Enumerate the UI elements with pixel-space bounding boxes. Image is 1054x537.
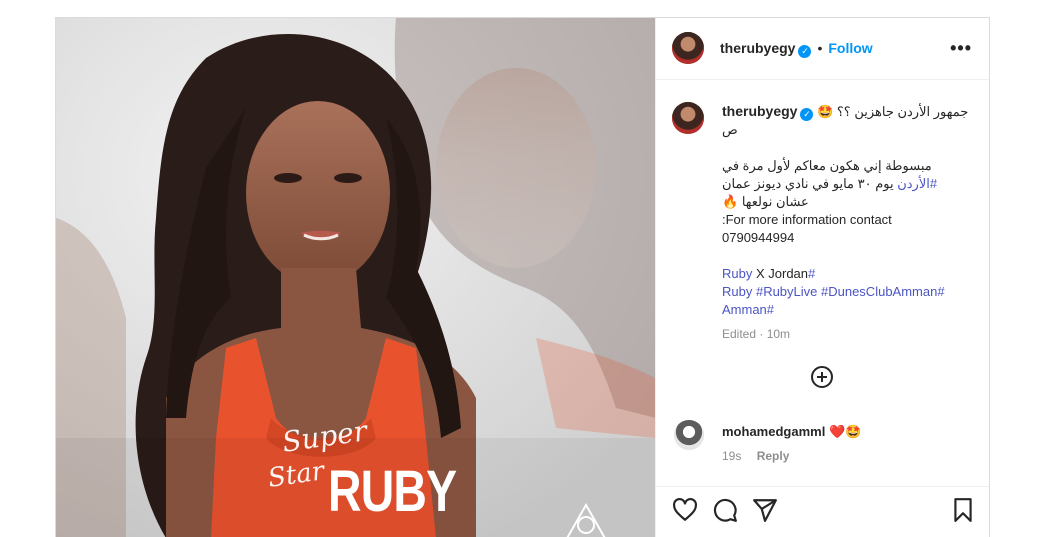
ruby-title-text: RUBY: [328, 459, 457, 524]
heart-icon[interactable]: [672, 497, 698, 523]
edited-time[interactable]: 10m: [767, 327, 790, 341]
caption-emoji-1: 🤩: [817, 104, 834, 119]
club-logo: [566, 502, 606, 537]
comment-text: ❤️🤩: [828, 424, 862, 439]
edited-separator: ·: [756, 327, 767, 341]
post-header: therubyegy ✓ • Follow •••: [656, 18, 989, 80]
action-bar: [656, 486, 989, 537]
bookmark-icon[interactable]: [950, 497, 976, 523]
caption-line-3: مبسوطة إني هكون معاكم لأول مرة في: [722, 158, 932, 173]
share-icon[interactable]: [752, 497, 778, 523]
header-username[interactable]: therubyegy: [720, 40, 795, 56]
caption-xjordan-text: X Jordan: [752, 266, 809, 281]
hashtag-jordan-link[interactable]: #الأردن: [897, 176, 937, 191]
comment-time: 19s: [722, 449, 742, 463]
plus-circle-icon[interactable]: [811, 366, 833, 388]
comment-avatar[interactable]: [674, 420, 704, 450]
caption-phone: 0790944994: [722, 230, 795, 245]
caption-username[interactable]: therubyegy: [722, 103, 797, 119]
comment-body: mohamedgamml ❤️🤩: [722, 424, 861, 440]
more-options-icon[interactable]: •••: [950, 38, 972, 59]
edited-label: Edited: [722, 327, 757, 341]
caption-line-5: عشان نولعها: [741, 194, 809, 209]
post-image[interactable]: Super Star RUBY: [56, 18, 655, 537]
hashtag-ruby-link[interactable]: Ruby: [722, 266, 752, 281]
fire-emoji: 🔥: [722, 194, 739, 209]
header-user-row: therubyegy ✓ • Follow: [720, 40, 873, 58]
comment-icon[interactable]: [712, 497, 738, 523]
verified-badge-icon: ✓: [798, 45, 812, 58]
hashtag-amman-link[interactable]: Amman#: [722, 301, 974, 319]
caption-line-4: يوم ٣٠ مايو في نادي ديونز عمان: [722, 176, 894, 191]
reply-button[interactable]: Reply: [757, 449, 790, 463]
comment-username[interactable]: mohamedgamml: [722, 424, 825, 439]
instagram-post: Super Star RUBY therubyegy ✓ • Follow ••• t…: [55, 17, 990, 537]
hashtag-links-line-2[interactable]: Ruby #RubyLive #DunesClubAmman#: [722, 283, 974, 301]
caption-verified-badge-icon: ✓: [800, 108, 814, 121]
avatar[interactable]: [672, 32, 704, 64]
follow-button[interactable]: Follow: [828, 40, 872, 56]
hashtag-mark[interactable]: #: [808, 266, 815, 281]
caption-line-1: جمهور الأردن جاهزين ؟؟: [836, 104, 969, 119]
header-separator: •: [817, 40, 823, 56]
caption-avatar[interactable]: [672, 102, 704, 134]
caption-line-2: ص: [722, 122, 738, 137]
caption-line-6: :For more information contact: [722, 212, 892, 227]
comment-meta: 19s Reply: [722, 449, 789, 463]
post-side-panel: therubyegy ✓ • Follow ••• therubyegy ✓ 🤩 جمه…: [655, 18, 989, 537]
caption: therubyegy ✓ 🤩 جمهور الأردن جاهزين ؟؟ ص م…: [722, 102, 974, 343]
